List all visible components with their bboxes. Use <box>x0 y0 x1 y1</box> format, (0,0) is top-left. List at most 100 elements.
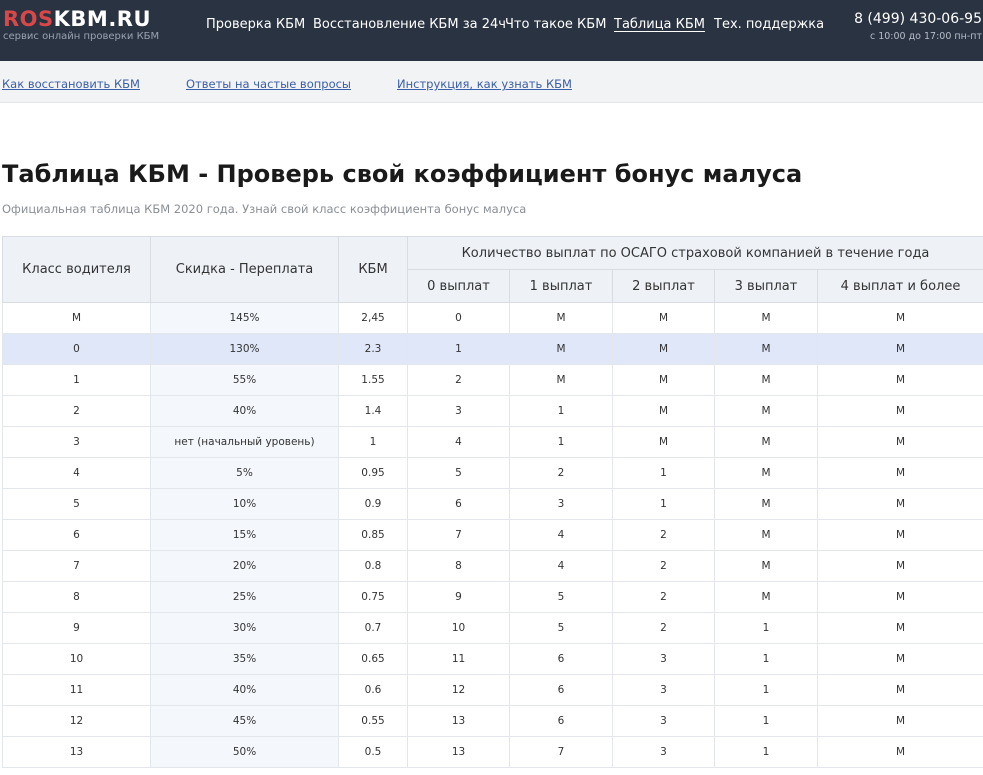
cell-payouts-2: 3 <box>612 674 715 706</box>
cell-discount: 55% <box>150 364 339 396</box>
cell-discount: нет (начальный уровень) <box>150 426 339 458</box>
cell-payouts-0: 3 <box>407 395 510 427</box>
cell-payouts-2: 3 <box>612 736 715 768</box>
cell-payouts-3: М <box>714 302 818 334</box>
cell-payouts-3: 1 <box>714 736 818 768</box>
cell-payouts-3: М <box>714 488 818 520</box>
link-faq[interactable]: Ответы на частые вопросы <box>186 77 351 91</box>
cell-discount: 45% <box>150 705 339 737</box>
page-title-rest: Проверь свой коэффициент бонус малуса <box>216 160 803 188</box>
header-payouts-group: Количество выплат по ОСАГО страховой ком… <box>407 236 983 270</box>
cell-payouts-2: 1 <box>612 488 715 520</box>
cell-payouts-3: 1 <box>714 705 818 737</box>
cell-payouts-3: М <box>714 364 818 396</box>
cell-class: 13 <box>2 736 151 768</box>
cell-kbm: 0.75 <box>338 581 408 613</box>
cell-payouts-4: М <box>817 581 983 613</box>
cell-payouts-1: 6 <box>509 705 613 737</box>
logo-white-part: KBM.RU <box>53 7 152 31</box>
cell-payouts-1: 5 <box>509 581 613 613</box>
cell-discount: 130% <box>150 333 339 365</box>
table-row: 12 45% 0.55 13 6 3 1 М <box>2 705 983 737</box>
cell-payouts-3: М <box>714 457 818 489</box>
cell-payouts-0: 7 <box>407 519 510 551</box>
nav-item-what-is-kbm[interactable]: Что такое КБМ <box>505 17 606 33</box>
cell-class: 2 <box>2 395 151 427</box>
cell-payouts-2: М <box>612 426 715 458</box>
site-logo[interactable]: ROSKBM.RU <box>3 7 151 31</box>
header-class: Класс водителя <box>2 236 151 303</box>
table-row: 7 20% 0.8 8 4 2 М М <box>2 550 983 582</box>
cell-payouts-1: 7 <box>509 736 613 768</box>
cell-kbm: 2.3 <box>338 333 408 365</box>
cell-kbm: 0.7 <box>338 612 408 644</box>
phone-number[interactable]: 8 (499) 430-06-95 <box>854 11 982 27</box>
cell-payouts-4: М <box>817 612 983 644</box>
working-hours: с 10:00 до 17:00 пн-пт <box>869 31 982 42</box>
cell-payouts-0: 0 <box>407 302 510 334</box>
cell-payouts-0: 11 <box>407 643 510 675</box>
cell-payouts-4: М <box>817 426 983 458</box>
cell-payouts-0: 13 <box>407 736 510 768</box>
cell-payouts-4: М <box>817 674 983 706</box>
header-payouts-3: 3 выплат <box>714 269 818 303</box>
page-subtitle: Официальная таблица КБМ 2020 года. Узнай… <box>2 202 527 216</box>
cell-class: 6 <box>2 519 151 551</box>
logo-red-part: ROS <box>3 7 54 31</box>
cell-class: М <box>2 302 151 334</box>
table-row: 1 55% 1.55 2 М М М М <box>2 364 983 396</box>
cell-payouts-3: М <box>714 426 818 458</box>
cell-payouts-3: М <box>714 395 818 427</box>
cell-discount: 30% <box>150 612 339 644</box>
nav-item-kbm-table[interactable]: Таблица КБМ <box>614 17 705 33</box>
nav-item-check-kbm[interactable]: Проверка КБМ <box>206 17 305 33</box>
kbm-table: Класс водителя Скидка - Переплата КБМ Ко… <box>2 236 983 768</box>
cell-payouts-3: М <box>714 550 818 582</box>
cell-payouts-4: М <box>817 643 983 675</box>
cell-payouts-3: М <box>714 519 818 551</box>
cell-kbm: 0.65 <box>338 643 408 675</box>
cell-payouts-0: 10 <box>407 612 510 644</box>
cell-discount: 40% <box>150 674 339 706</box>
cell-payouts-0: 6 <box>407 488 510 520</box>
link-instruction[interactable]: Инструкция, как узнать КБМ <box>397 77 572 91</box>
table-row: 11 40% 0.6 12 6 3 1 М <box>2 674 983 706</box>
cell-class: 0 <box>2 333 151 365</box>
cell-payouts-1: 1 <box>509 426 613 458</box>
cell-payouts-3: М <box>714 581 818 613</box>
table-row: М 145% 2,45 0 М М М М <box>2 302 983 334</box>
table-row: 8 25% 0.75 9 5 2 М М <box>2 581 983 613</box>
cell-payouts-4: М <box>817 302 983 334</box>
cell-payouts-1: 4 <box>509 519 613 551</box>
link-how-to-restore[interactable]: Как восстановить КБМ <box>2 77 140 91</box>
cell-payouts-4: М <box>817 705 983 737</box>
cell-payouts-2: 2 <box>612 612 715 644</box>
cell-payouts-2: М <box>612 364 715 396</box>
cell-kbm: 0.6 <box>338 674 408 706</box>
nav-item-support[interactable]: Тех. поддержка <box>714 17 824 33</box>
cell-class: 11 <box>2 674 151 706</box>
cell-payouts-1: М <box>509 364 613 396</box>
cell-class: 5 <box>2 488 151 520</box>
cell-class: 12 <box>2 705 151 737</box>
top-header: ROSKBM.RU сервис онлайн проверки КБМ Про… <box>0 0 983 61</box>
cell-payouts-0: 2 <box>407 364 510 396</box>
cell-discount: 25% <box>150 581 339 613</box>
cell-class: 1 <box>2 364 151 396</box>
header-discount: Скидка - Переплата <box>150 236 339 303</box>
page-title: Таблица КБМ - Проверь свой коэффициент б… <box>2 160 802 188</box>
cell-class: 7 <box>2 550 151 582</box>
nav-item-restore-kbm[interactable]: Восстановление КБМ за 24ч <box>313 17 506 33</box>
cell-payouts-4: М <box>817 395 983 427</box>
cell-kbm: 0.95 <box>338 457 408 489</box>
cell-payouts-0: 8 <box>407 550 510 582</box>
cell-payouts-4: М <box>817 333 983 365</box>
cell-payouts-3: М <box>714 333 818 365</box>
cell-payouts-0: 9 <box>407 581 510 613</box>
cell-payouts-2: 2 <box>612 581 715 613</box>
table-row: 6 15% 0.85 7 4 2 М М <box>2 519 983 551</box>
cell-payouts-0: 13 <box>407 705 510 737</box>
header-payouts-1: 1 выплат <box>509 269 613 303</box>
header-payouts-4: 4 выплат и более <box>817 269 983 303</box>
cell-discount: 35% <box>150 643 339 675</box>
